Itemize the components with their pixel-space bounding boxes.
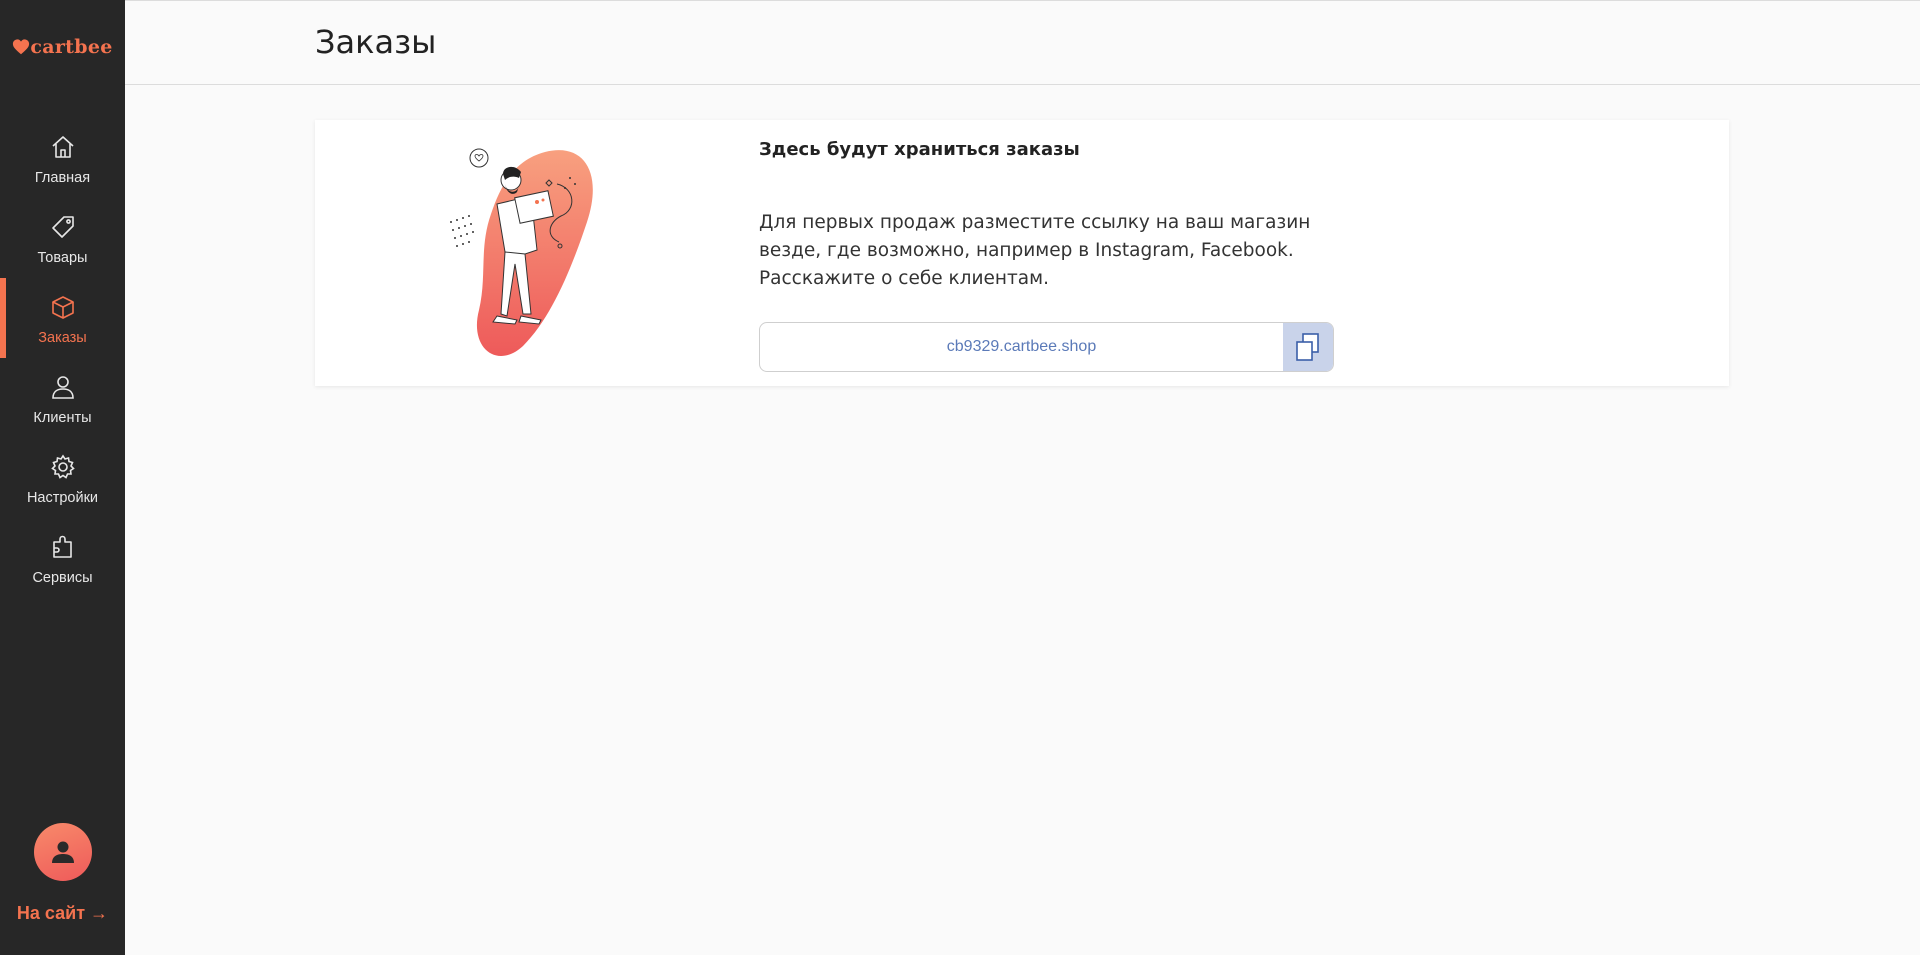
- sidebar-item-label: Клиенты: [33, 410, 92, 426]
- shop-link-field: cb9329.cartbee.shop: [759, 322, 1334, 372]
- tag-icon: [46, 210, 80, 244]
- sidebar-item-label: Настройки: [26, 490, 99, 506]
- box-icon: [46, 290, 80, 324]
- sidebar-item-label: Главная: [34, 170, 91, 186]
- home-icon: [46, 130, 80, 164]
- empty-orders-card: Здесь будут храниться заказы Для первых …: [315, 120, 1729, 386]
- sidebar-item-clients[interactable]: Клиенты: [0, 358, 125, 438]
- empty-orders-illustration: [450, 148, 593, 357]
- sidebar-item-label: Заказы: [38, 330, 87, 346]
- user-icon: [46, 370, 80, 404]
- sidebar-item-products[interactable]: Товары: [0, 198, 125, 278]
- sidebar: cartbee Главная Товары Заказы Клиенты На…: [0, 0, 125, 955]
- user-avatar-icon: [52, 841, 74, 863]
- logo-text: cartbee: [30, 36, 113, 58]
- heart-logo-icon: [13, 39, 30, 55]
- sidebar-item-services[interactable]: Сервисы: [0, 518, 125, 598]
- copy-icon: [1296, 333, 1319, 361]
- sidebar-item-label: Сервисы: [32, 570, 93, 586]
- sidebar-item-settings[interactable]: Настройки: [0, 438, 125, 518]
- page-header: Заказы: [125, 0, 1920, 85]
- logo[interactable]: cartbee: [0, 30, 125, 64]
- puzzle-icon: [46, 530, 80, 564]
- app-root: cartbee Главная Товары Заказы Клиенты На…: [0, 0, 1920, 955]
- shop-link-text[interactable]: cb9329.cartbee.shop: [760, 323, 1283, 371]
- gear-icon: [46, 450, 80, 484]
- empty-state-title: Здесь будут храниться заказы: [759, 139, 1080, 160]
- page-title: Заказы: [315, 23, 437, 61]
- sidebar-item-home[interactable]: Главная: [0, 118, 125, 198]
- avatar[interactable]: [34, 823, 92, 881]
- sidebar-item-orders[interactable]: Заказы: [0, 278, 125, 358]
- sidebar-item-label: Товары: [37, 250, 88, 266]
- to-site-link[interactable]: На сайт →: [0, 903, 125, 924]
- copy-link-button[interactable]: [1283, 323, 1333, 371]
- empty-state-description: Для первых продаж разместите ссылку на в…: [759, 212, 1311, 289]
